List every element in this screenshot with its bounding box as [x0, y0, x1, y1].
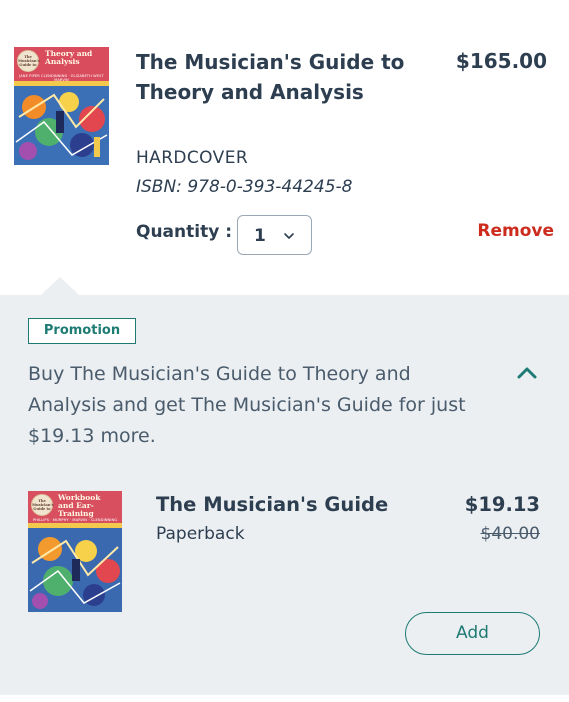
promo-product-title[interactable]: The Musician's Guide	[156, 491, 388, 519]
promo-sale-price: $19.13	[464, 493, 540, 516]
cover-authors-text: JANE PIPER CLENDINNING · ELIZABETH WEST …	[19, 74, 104, 82]
quantity-label: Quantity :	[136, 222, 233, 242]
promo-cover-authors-text: PHILLIPS · MURPHY · MARVIN · CLENDINNING	[32, 518, 118, 522]
product-isbn: ISBN: 978-0-393-44245-8	[136, 177, 353, 197]
promo-cover-title-text: Workbook and Ear-Training	[58, 493, 101, 518]
quantity-select[interactable]: 1	[237, 215, 312, 255]
product-format: HARDCOVER	[136, 148, 249, 168]
add-promo-item-button[interactable]: Add	[405, 612, 540, 655]
promotion-badge: Promotion	[28, 318, 136, 344]
cover-series-badge: The Musician's Guide to	[17, 50, 40, 72]
chevron-up-icon	[517, 367, 537, 379]
collapse-promotion-button[interactable]	[514, 362, 540, 384]
promo-original-price: $40.00	[480, 524, 540, 544]
promotion-description: Buy The Musician's Guide to Theory and A…	[28, 363, 466, 447]
cart-item: The Musician's Guide to Theory and Analy…	[0, 0, 569, 295]
remove-button[interactable]: Remove	[477, 219, 554, 243]
product-title[interactable]: The Musician's Guide to Theory and Analy…	[136, 47, 406, 107]
chevron-down-icon	[284, 233, 294, 239]
promo-book-cover-image[interactable]: The Musician's Guide to Workbook and Ear…	[28, 491, 122, 612]
page-bottom-edge	[0, 695, 569, 702]
product-price: $165.00	[455, 49, 547, 73]
cover-title-text: Theory and Analysis	[45, 49, 93, 66]
quantity-value: 1	[254, 226, 266, 246]
promo-product-format: Paperback	[156, 524, 245, 544]
book-cover-image[interactable]: The Musician's Guide to Theory and Analy…	[14, 47, 109, 165]
promotion-panel-pointer	[41, 277, 79, 295]
promo-cover-series-badge: The Musician's Guide to	[31, 494, 54, 516]
